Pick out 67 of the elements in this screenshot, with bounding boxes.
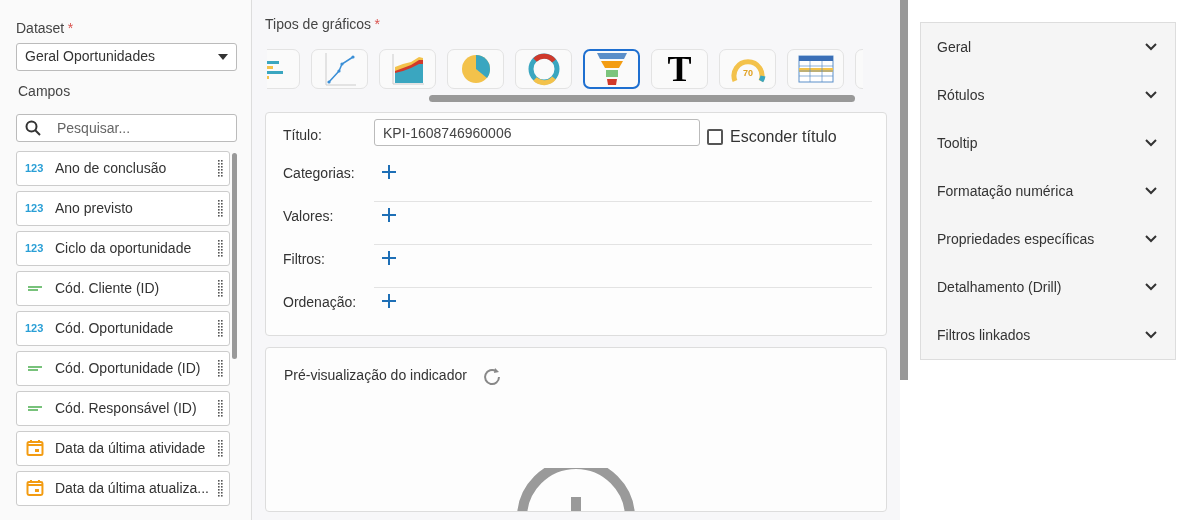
plus-icon: [381, 293, 397, 309]
accordion-header[interactable]: Propriedades específicas: [921, 215, 1175, 263]
field-item[interactable]: 123 Ano previsto: [16, 190, 230, 226]
scrollbar-thumb[interactable]: [900, 0, 908, 380]
fields-label: Campos: [18, 81, 72, 101]
accordion-header[interactable]: Geral: [921, 23, 1175, 71]
field-item[interactable]: Cód. Cliente (ID): [16, 270, 230, 306]
line-chart-icon: [322, 52, 357, 86]
number-type-icon: 123: [25, 202, 47, 214]
field-item[interactable]: 123 Cód. Oportunidade: [16, 310, 230, 346]
field-item[interactable]: Cód. Oportunidade (ID): [16, 350, 230, 386]
drag-handle-icon: [217, 439, 223, 457]
dataset-select[interactable]: Geral Oportunidades: [16, 42, 237, 71]
drag-handle-icon: [217, 199, 223, 217]
drag-handle-icon: [217, 239, 223, 257]
accordion-header[interactable]: Rótulos: [921, 71, 1175, 119]
add-button[interactable]: [381, 250, 397, 266]
search-icon: [25, 119, 41, 136]
donut-chart-icon: [526, 52, 561, 86]
add-button[interactable]: [381, 293, 397, 309]
chart-type-tile[interactable]: [583, 49, 640, 89]
field-label: Ordenação:: [282, 293, 358, 312]
drag-handle-icon: [217, 159, 223, 177]
plus-icon: [381, 207, 397, 223]
chart-types-label: Tipos de gráficos: [265, 15, 372, 34]
accordion-header[interactable]: Formatação numérica: [921, 167, 1175, 215]
field-label: Categorias:: [282, 164, 356, 183]
funnel-chart-icon: [595, 52, 628, 86]
field-item[interactable]: 123 Ano de conclusão: [16, 150, 230, 186]
title-label: Título:: [282, 126, 323, 145]
calendar-icon: [25, 439, 47, 457]
required-mark: *: [67, 19, 74, 38]
drag-handle-icon: [217, 319, 223, 337]
field-item[interactable]: 123 Ciclo da oportunidade: [16, 230, 230, 266]
field-label: Valores:: [282, 207, 335, 226]
scrollbar-thumb[interactable]: [429, 95, 855, 102]
field-item[interactable]: Data da última atividade: [16, 430, 230, 466]
accordion-header[interactable]: Detalhamento (Drill): [921, 263, 1175, 311]
drag-handle-icon: [217, 359, 223, 377]
title-input[interactable]: KPI-1608746960006: [374, 119, 700, 146]
table-chart-icon: [797, 55, 834, 83]
drag-handle-icon: [217, 479, 223, 497]
area-chart-icon: [390, 53, 425, 85]
search-field[interactable]: Pesquisar...: [16, 113, 237, 142]
number-type-icon: 123: [25, 242, 47, 254]
caret-down-icon: [218, 53, 228, 60]
pie-chart-icon: [459, 53, 492, 85]
chart-type-tile[interactable]: T: [651, 49, 708, 89]
number-type-icon: 123: [25, 322, 47, 334]
number-type-icon: 123: [25, 162, 47, 174]
hide-title-checkbox[interactable]: Esconder título: [707, 119, 837, 149]
field-item[interactable]: Data da última atualiza...: [16, 470, 230, 506]
dataset-label: Dataset: [16, 19, 65, 38]
preview-title: Pré-visualização do indicador: [284, 365, 467, 385]
drag-handle-icon: [217, 279, 223, 297]
add-button[interactable]: [381, 164, 397, 180]
accordion-header[interactable]: Filtros linkados: [921, 311, 1175, 359]
accordion-header[interactable]: Tooltip: [921, 119, 1175, 167]
drag-handle-icon: [217, 399, 223, 417]
scrollbar-thumb[interactable]: [232, 152, 237, 359]
required-mark: *: [374, 15, 381, 34]
info-circle-icon: [516, 468, 636, 511]
add-button[interactable]: [381, 207, 397, 223]
field-label: Filtros:: [282, 250, 326, 269]
plus-icon: [381, 164, 397, 180]
field-item[interactable]: Cód. Responsável (ID): [16, 390, 230, 426]
plus-icon: [381, 250, 397, 266]
